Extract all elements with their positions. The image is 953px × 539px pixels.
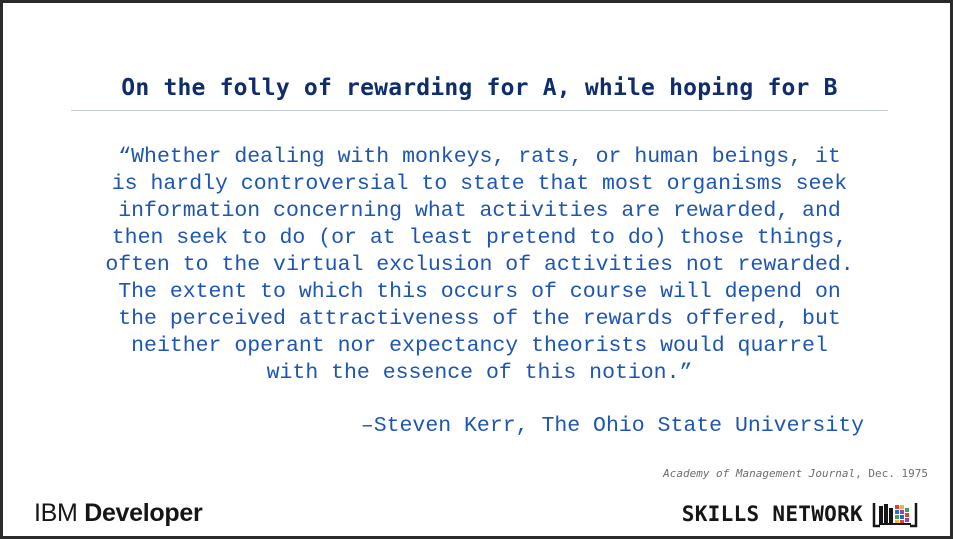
ibm-developer-logo: IBM Developer (34, 499, 203, 528)
citation: Academy of Management Journal, Dec. 1975 (663, 467, 928, 480)
quote-line: then seek to do (or at least pretend to … (111, 226, 848, 250)
quote-line: the perceived attractiveness of the rewa… (118, 307, 841, 331)
ibm-logo-developer: Developer (84, 499, 203, 527)
quote-line: often to the virtual exclusion of activi… (105, 253, 854, 277)
quote-line: information concerning what activities a… (118, 199, 841, 223)
slide-title: On the folly of rewarding for A, while h… (121, 75, 838, 101)
quote-line: is hardly controversial to state that mo… (111, 172, 848, 196)
quote-line: The extent to which this occurs of cours… (118, 280, 841, 304)
quote-attribution: –Steven Kerr, The Ohio State University (360, 414, 864, 438)
citation-date: , Dec. 1975 (855, 467, 928, 480)
title-divider (71, 110, 888, 111)
skills-network-text: SKILLS NETWORK (681, 502, 863, 526)
slide-frame: On the folly of rewarding for A, while h… (0, 0, 953, 539)
ibm-logo-ibm: IBM (34, 499, 78, 527)
skills-network-books-icon (872, 503, 918, 528)
quote-line: “Whether dealing with monkeys, rats, or … (118, 145, 841, 169)
quote-block: “Whether dealing with monkeys, rats, or … (43, 144, 916, 387)
quote-line: neither operant nor expectancy theorists… (131, 334, 828, 358)
skills-network-logo: SKILLS NETWORK (682, 498, 918, 530)
citation-journal: Academy of Management Journal (663, 467, 856, 480)
quote-line: with the essence of this notion.” (266, 361, 693, 385)
